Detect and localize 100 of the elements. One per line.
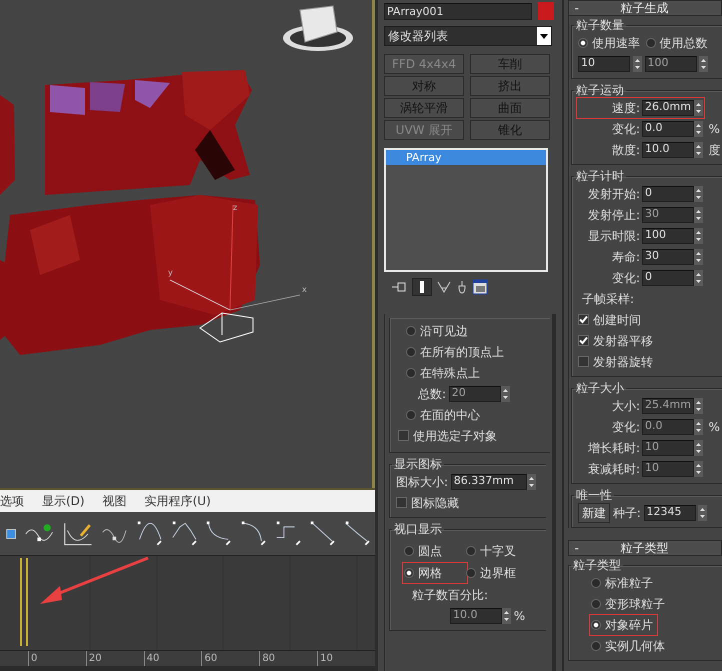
radio-button[interactable] (404, 568, 414, 578)
spinner-icon[interactable] (694, 398, 703, 414)
unit-label: % (708, 418, 720, 436)
new-seed-button[interactable]: 新建 (578, 502, 610, 522)
mouse-icon[interactable] (456, 280, 466, 294)
number-field[interactable]: 0.0 (642, 120, 694, 136)
spinner-icon[interactable] (500, 386, 510, 402)
spinner-icon[interactable] (694, 142, 703, 158)
group-title: 粒子计时 (575, 169, 625, 183)
menu-item[interactable]: 显示(D) (42, 492, 85, 510)
stack-item[interactable]: PArray (386, 150, 546, 165)
spinner-icon[interactable] (694, 440, 703, 456)
color-swatch[interactable] (538, 2, 554, 20)
field-label: 寿命: (610, 248, 641, 266)
number-field[interactable]: 10.0 (642, 142, 694, 158)
unit-label: 度 (708, 142, 720, 158)
radio-button[interactable] (406, 346, 416, 356)
radio-label: 标准粒子 (605, 574, 653, 592)
checkbox-label: 使用选定子对象 (413, 428, 497, 444)
tangent-icon[interactable] (170, 520, 198, 548)
radio-label: 在特殊点上 (420, 364, 480, 382)
tangent-icon[interactable] (274, 520, 302, 548)
field-label: 大小: (610, 398, 641, 414)
spinner-icon[interactable] (632, 56, 642, 72)
number-field[interactable]: 0 (642, 186, 694, 202)
radio-label: 使用总数 (660, 34, 708, 52)
field-label: 子帧采样: (582, 290, 634, 308)
radio-button[interactable] (466, 546, 476, 556)
spinner-icon[interactable] (526, 474, 536, 490)
number-field[interactable]: 26.0mm (642, 100, 694, 116)
funnel-icon[interactable] (437, 280, 451, 294)
checkbox[interactable] (578, 335, 589, 346)
tangent-icon[interactable] (136, 520, 163, 548)
field-label: 粒子数百分比: (412, 586, 488, 604)
spinner-icon[interactable] (698, 504, 708, 520)
radio-button[interactable] (591, 598, 601, 608)
time-marker[interactable] (20, 558, 28, 646)
checkbox[interactable] (578, 356, 589, 367)
radio-button[interactable] (591, 620, 601, 630)
menu-item[interactable]: 选项 (0, 492, 24, 510)
modifier-list-dropdown[interactable]: 修改器列表 (384, 26, 552, 46)
rollout-header[interactable]: - 粒子类型 (568, 540, 722, 556)
radio-label: 边界框 (480, 565, 516, 582)
radio-button[interactable] (578, 38, 588, 48)
number-field[interactable]: 86.337mm (450, 474, 527, 490)
radio-button[interactable] (591, 640, 601, 650)
checkbox-label: 图标隐藏 (411, 494, 459, 512)
field-label: 增长耗时: (586, 440, 641, 456)
radio-button[interactable] (406, 326, 416, 336)
spinner-icon[interactable] (694, 418, 703, 434)
checkbox-label: 发射器平移 (593, 332, 653, 350)
tangent-icon[interactable] (205, 520, 232, 548)
spinner-icon[interactable] (694, 206, 703, 222)
field-label: 发射开始: (586, 186, 641, 202)
spinner-icon[interactable] (502, 608, 511, 624)
radio-button[interactable] (646, 38, 656, 48)
viewcube-icon[interactable] (283, 5, 353, 51)
spinner-icon[interactable] (699, 56, 708, 72)
field-label: 变化: (610, 120, 641, 138)
number-field[interactable]: 0 (642, 270, 694, 286)
checkbox[interactable] (578, 314, 589, 325)
tangent-icon[interactable] (344, 520, 371, 548)
radio-button[interactable] (406, 368, 416, 378)
menu-item[interactable]: 视图 (102, 492, 127, 510)
number-field[interactable]: 100 (642, 228, 694, 244)
radio-button[interactable] (406, 410, 416, 420)
number-field[interactable]: 12345 (644, 504, 696, 520)
axis-label: y (168, 268, 173, 277)
object-name-field[interactable]: PArray001 (384, 2, 532, 20)
tangent-icon[interactable] (309, 520, 336, 548)
radio-label: 在面的中心 (420, 406, 480, 424)
field-label: 散度: (610, 142, 641, 158)
rollout-header[interactable]: - 粒子生成 (568, 0, 722, 16)
radio-button[interactable] (466, 568, 476, 578)
radio-button[interactable] (591, 578, 601, 588)
tangent-icon[interactable] (240, 520, 267, 548)
number-field[interactable]: 10 (578, 56, 630, 72)
spinner-icon[interactable] (694, 120, 703, 136)
radio-label: 使用速率 (592, 34, 640, 52)
checkbox[interactable] (396, 497, 407, 508)
configure-sets-icon[interactable] (472, 279, 488, 295)
spinner-icon[interactable] (694, 460, 703, 476)
spinner-icon[interactable] (694, 186, 703, 202)
group-title: 粒子类型 (572, 558, 622, 572)
pin-icon[interactable] (392, 282, 406, 292)
field-label: 变化: (610, 270, 641, 286)
field-label: 总数: (418, 386, 446, 402)
radio-button[interactable] (404, 546, 414, 556)
checkbox[interactable] (398, 430, 409, 441)
spinner-icon[interactable] (694, 228, 703, 244)
spinner-icon[interactable] (694, 270, 703, 286)
field-label: 变化: (610, 418, 641, 436)
number-field[interactable]: 30 (642, 248, 694, 264)
menu-item[interactable]: 实用程序(U) (144, 492, 211, 510)
group-title: 显示图标 (393, 457, 443, 471)
spinner-icon[interactable] (694, 248, 703, 264)
stack-bar-icon[interactable] (412, 278, 432, 296)
spinner-icon[interactable] (694, 100, 703, 116)
group-title: 粒子运动 (575, 83, 625, 97)
group-title: 视口显示 (393, 522, 443, 536)
